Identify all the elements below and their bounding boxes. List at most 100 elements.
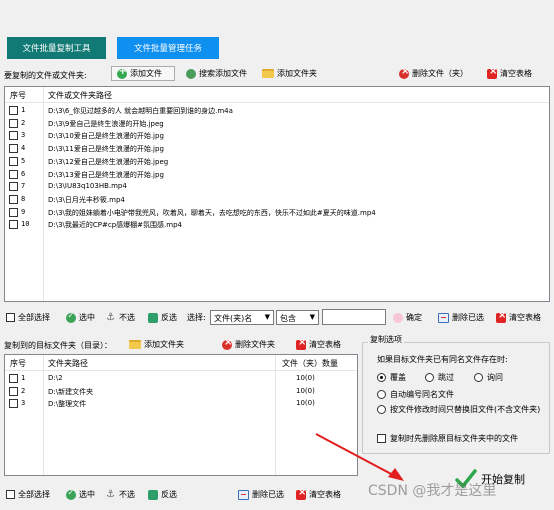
target-delete-selected-button[interactable]: 删除已选 <box>238 487 284 502</box>
row-path: D:\整理文件 <box>48 400 87 409</box>
row-checkbox[interactable] <box>9 194 18 204</box>
row-index: 9 <box>21 207 26 216</box>
row-path: D:\3\我最近的CP#cp感爆棚#氛围感.mp4 <box>48 221 182 230</box>
confirm-icon <box>393 312 403 323</box>
filter-field-select[interactable]: 文件(夹)名 ▼ <box>210 310 274 325</box>
target-select-all[interactable]: 全部选择 <box>6 487 50 502</box>
table-row[interactable]: 2 D:\3\9爱自己是终生浪漫的开始.jpeg <box>5 117 549 130</box>
source-file-table[interactable]: 序号 文件或文件夹路径 1 D:\3\6_你见过越多的人 就会越明白重要回到谁的身… <box>4 86 550 302</box>
checkbox[interactable] <box>6 313 15 322</box>
radio-replace-by-time[interactable]: 按文件修改时间只替换旧文件(不含文件夹) <box>377 404 540 415</box>
radio-button[interactable] <box>377 405 386 414</box>
row-path: D:\3\13爱自己是终生浪漫的开始.jpg <box>48 170 164 179</box>
table-row[interactable]: 8 D:\3\日月光丰秒筱.mp4 <box>5 193 549 206</box>
delete-selected-label: 删除已选 <box>452 313 484 322</box>
table-row[interactable]: 6 D:\3\13爱自己是终生浪漫的开始.jpg <box>5 168 549 181</box>
table-row[interactable]: 3 D:\整理文件 10(0) <box>5 397 357 410</box>
delete-selected-icon <box>438 312 449 323</box>
row-checkbox[interactable] <box>9 182 18 192</box>
row-checkbox[interactable] <box>9 220 18 230</box>
row-checkbox[interactable] <box>9 374 18 383</box>
add-folder-label: 添加文件夹 <box>277 69 317 78</box>
target-delete-folder-button[interactable]: 删除文件夹 <box>222 337 275 352</box>
source-select-all[interactable]: 全部选择 <box>6 310 50 325</box>
check-icon <box>66 488 76 500</box>
radio-button[interactable] <box>377 390 386 399</box>
target-add-folder-button[interactable]: 添加文件夹 <box>129 337 184 352</box>
row-checkbox[interactable] <box>9 144 18 154</box>
table-row[interactable]: 1 D:\2 10(0) <box>5 372 357 385</box>
table-header: 序号 文件夹路径 文件（夹）数量 <box>5 355 357 371</box>
radio-overwrite[interactable]: 覆盖 <box>377 372 406 383</box>
radio-auto-rename[interactable]: 自动编号同名文件 <box>377 389 454 400</box>
row-checkbox[interactable] <box>9 106 18 115</box>
row-checkbox[interactable] <box>9 207 18 217</box>
watermark: CSDN @我才是这里 <box>368 483 497 499</box>
source-invert-button[interactable]: 反选 <box>148 310 177 325</box>
add-file-label: 添加文件 <box>130 69 162 78</box>
unselect-label: 不选 <box>119 490 135 499</box>
folder-icon <box>129 340 141 349</box>
source-select-button[interactable]: 选中 <box>66 310 95 325</box>
add-icon <box>117 66 127 79</box>
table-row[interactable]: 9 D:\3\我的姐妹躺着小电驴带我兜风，吹着风，聊着天，去吃想吃的东西，快乐不过… <box>5 206 549 219</box>
target-clear-table-button[interactable]: 清空表格 <box>296 337 341 352</box>
tab-batch-manage-tasks[interactable]: 文件批量管理任务 <box>117 37 219 59</box>
radio-skip[interactable]: 跳过 <box>425 372 454 383</box>
anchor-icon: ⚓ <box>106 488 115 500</box>
radio-button[interactable] <box>474 373 483 382</box>
table-row[interactable]: 10 D:\3\我最近的CP#cp感爆棚#氛围感.mp4 <box>5 218 549 231</box>
row-count: 10(0) <box>296 399 315 408</box>
delete-icon <box>222 337 232 350</box>
target-select-button[interactable]: 选中 <box>66 487 95 502</box>
radio-ask[interactable]: 询问 <box>474 372 503 383</box>
target-clear-table-button-2[interactable]: 清空表格 <box>296 487 341 502</box>
row-checkbox[interactable] <box>9 118 18 128</box>
swap-icon <box>148 489 158 500</box>
table-row[interactable]: 7 D:\3\IU83q103HB.mp4 <box>5 180 549 193</box>
delete-selected-icon <box>238 489 249 500</box>
filter-op-select[interactable]: 包含 ▼ <box>276 310 319 325</box>
checkbox[interactable] <box>6 490 15 499</box>
clear-icon <box>296 337 306 350</box>
check-icon <box>66 311 76 323</box>
target-label: 复制到的目标文件夹（目录）： <box>4 341 112 350</box>
clear-table-label: 清空表格 <box>500 69 532 78</box>
table-row[interactable]: 1 D:\3\6_你见过越多的人 就会越明白重要回到谁的身边.m4a <box>5 104 549 117</box>
row-index: 4 <box>21 144 26 153</box>
table-row[interactable]: 2 D:\新建文件夹 10(0) <box>5 385 357 398</box>
target-unselect-button[interactable]: ⚓ 不选 <box>106 487 135 502</box>
overwrite-label: 覆盖 <box>390 373 406 382</box>
row-checkbox[interactable] <box>9 156 18 166</box>
row-checkbox[interactable] <box>9 131 18 141</box>
clear-table-button[interactable]: 清空表格 <box>487 66 532 81</box>
row-checkbox[interactable] <box>9 386 18 396</box>
invert-label: 反选 <box>161 490 177 499</box>
add-file-button[interactable]: 添加文件 <box>111 66 175 81</box>
radio-button[interactable] <box>377 373 386 382</box>
source-unselect-button[interactable]: ⚓ 不选 <box>106 310 135 325</box>
source-clear-table-button[interactable]: 清空表格 <box>496 310 541 325</box>
row-path: D:\3\12爱自己是终生浪漫的开始.jpeg <box>48 157 169 166</box>
filter-value-input[interactable] <box>322 309 386 325</box>
clear-icon <box>487 66 497 79</box>
skip-label: 跳过 <box>438 373 454 382</box>
filter-field-value: 文件(夹)名 <box>214 314 253 323</box>
table-row[interactable]: 4 D:\3\11爱自己是终生浪漫的开始.jpg <box>5 142 549 155</box>
row-checkbox[interactable] <box>9 399 18 409</box>
confirm-button[interactable]: 确定 <box>393 310 422 325</box>
row-checkbox[interactable] <box>9 169 18 179</box>
search-add-file-button[interactable]: 搜索添加文件 <box>186 66 247 81</box>
col-index: 序号 <box>10 91 26 100</box>
add-folder-button[interactable]: 添加文件夹 <box>262 66 317 81</box>
folder-icon <box>262 69 274 78</box>
table-row[interactable]: 5 D:\3\12爱自己是终生浪漫的开始.jpeg <box>5 155 549 168</box>
target-invert-button[interactable]: 反选 <box>148 487 177 502</box>
table-row[interactable]: 3 D:\3\10爱自己是终生浪漫的开始.jpg <box>5 129 549 142</box>
delete-file-button[interactable]: 删除文件（夹） <box>399 66 468 81</box>
radio-button[interactable] <box>425 373 434 382</box>
clear-table-label: 清空表格 <box>309 490 341 499</box>
source-delete-selected-button[interactable]: 删除已选 <box>438 310 484 325</box>
tab-batch-copy-tool[interactable]: 文件批量复制工具 <box>7 37 106 59</box>
confirm-label: 确定 <box>406 313 422 322</box>
